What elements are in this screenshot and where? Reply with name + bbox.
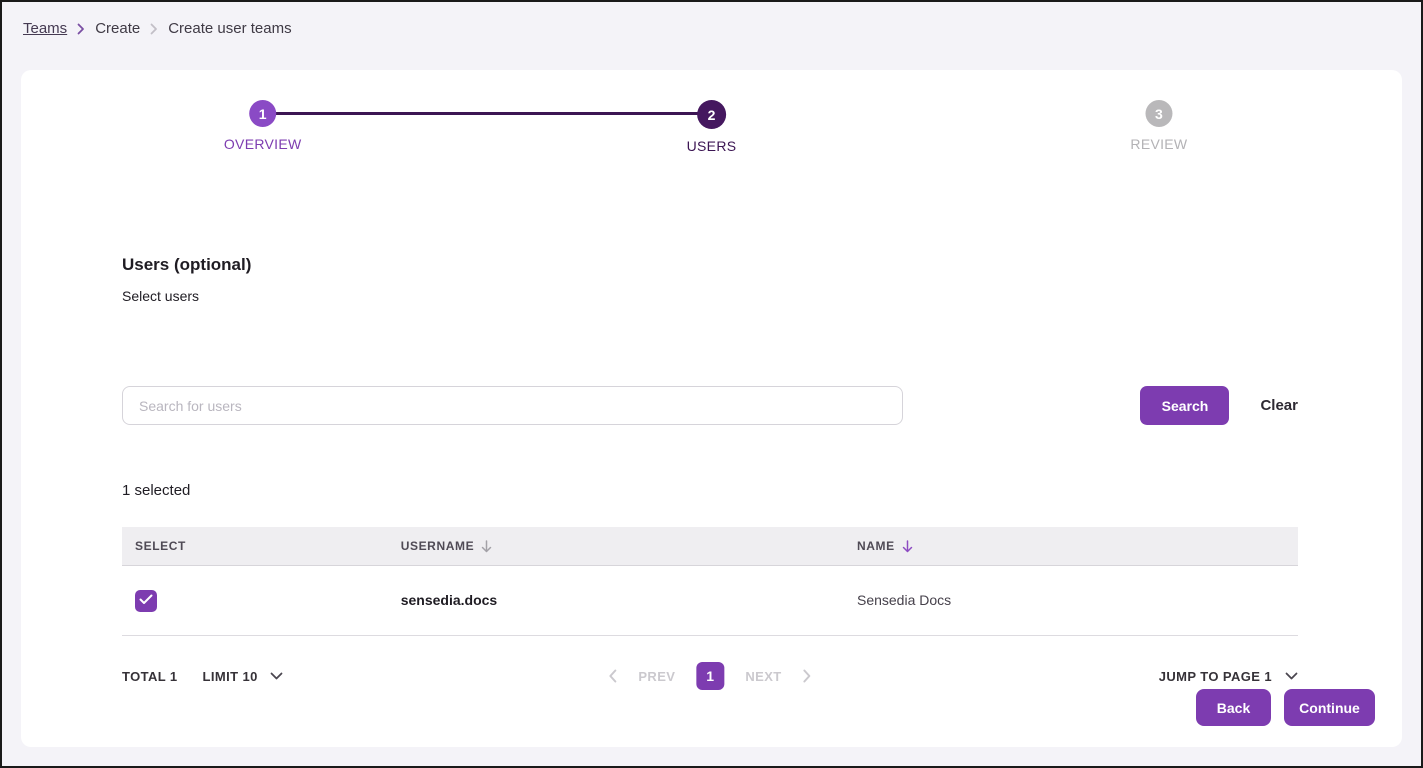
chevron-right-icon — [77, 23, 85, 35]
footer-actions: Back Continue — [1196, 689, 1375, 726]
column-header-username[interactable]: USERNAME — [401, 539, 857, 553]
prev-page-arrow[interactable] — [608, 669, 617, 683]
step-users-label: USERS — [687, 138, 737, 154]
selected-count: 1 selected — [122, 482, 1298, 499]
total-count: TOTAL 1 — [122, 669, 178, 684]
chevron-right-icon — [150, 23, 158, 35]
sort-desc-icon[interactable] — [481, 540, 492, 553]
back-button[interactable]: Back — [1196, 689, 1271, 726]
step-review-circle: 3 — [1145, 100, 1172, 127]
breadcrumb: Teams Create Create user teams — [2, 2, 1421, 37]
chevron-down-icon — [1285, 672, 1298, 680]
column-header-name[interactable]: NAME — [857, 539, 1298, 553]
search-button[interactable]: Search — [1140, 386, 1229, 425]
limit-dropdown[interactable]: LIMIT 10 — [203, 669, 283, 684]
clear-button[interactable]: Clear — [1260, 397, 1298, 414]
table-row: sensedia.docs Sensedia Docs — [122, 566, 1298, 636]
step-overview-circle: 1 — [249, 100, 276, 127]
cell-username: sensedia.docs — [401, 592, 498, 608]
column-header-select: SELECT — [135, 539, 401, 553]
step-users[interactable]: 2 USERS — [687, 100, 737, 154]
current-page-button[interactable]: 1 — [696, 662, 724, 690]
breadcrumb-create-user-teams: Create user teams — [168, 20, 291, 37]
next-page-arrow[interactable] — [803, 669, 812, 683]
sort-desc-icon[interactable] — [902, 540, 913, 553]
row-checkbox-checked[interactable] — [135, 590, 157, 612]
checkmark-icon — [139, 592, 153, 610]
chevron-down-icon — [270, 672, 283, 680]
search-input[interactable] — [122, 386, 903, 425]
cell-name: Sensedia Docs — [857, 592, 951, 608]
jump-to-page-dropdown[interactable]: JUMP TO PAGE 1 — [1159, 669, 1298, 684]
stepper-connector — [263, 112, 712, 115]
step-review-label: REVIEW — [1130, 136, 1187, 152]
wizard-stepper: 1 OVERVIEW 2 USERS 3 REVIEW — [21, 100, 1402, 180]
pagination-bar: TOTAL 1 LIMIT 10 PREV 1 NEXT — [122, 656, 1298, 696]
step-overview-label: OVERVIEW — [224, 136, 302, 152]
users-table: SELECT USERNAME NAME — [122, 527, 1298, 636]
wizard-card: 1 OVERVIEW 2 USERS 3 REVIEW Users (optio… — [21, 70, 1402, 747]
page-subtitle: Select users — [122, 288, 1298, 304]
breadcrumb-create: Create — [95, 20, 140, 37]
continue-button[interactable]: Continue — [1284, 689, 1375, 726]
prev-page-button[interactable]: PREV — [638, 669, 675, 684]
step-overview[interactable]: 1 OVERVIEW — [224, 100, 302, 152]
app-window: Teams Create Create user teams 1 OVERVIE… — [0, 0, 1423, 768]
next-page-button[interactable]: NEXT — [745, 669, 781, 684]
page-title: Users (optional) — [122, 255, 1298, 275]
search-row: Search Clear — [122, 386, 1298, 425]
breadcrumb-teams[interactable]: Teams — [23, 20, 67, 37]
step-review: 3 REVIEW — [1130, 100, 1187, 152]
table-header-row: SELECT USERNAME NAME — [122, 527, 1298, 566]
step-users-circle: 2 — [697, 100, 726, 129]
